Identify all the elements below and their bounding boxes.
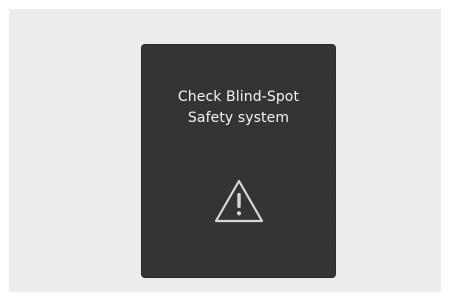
warning-triangle-icon xyxy=(214,179,264,223)
warning-message-line-2: Safety system xyxy=(187,110,290,126)
warning-message-line-1: Check Blind-Spot xyxy=(177,89,300,105)
warning-message-panel: Check Blind-Spot Safety system xyxy=(141,44,336,278)
screen-background: Check Blind-Spot Safety system xyxy=(9,9,441,292)
warning-message: Check Blind-Spot Safety system xyxy=(141,87,336,129)
